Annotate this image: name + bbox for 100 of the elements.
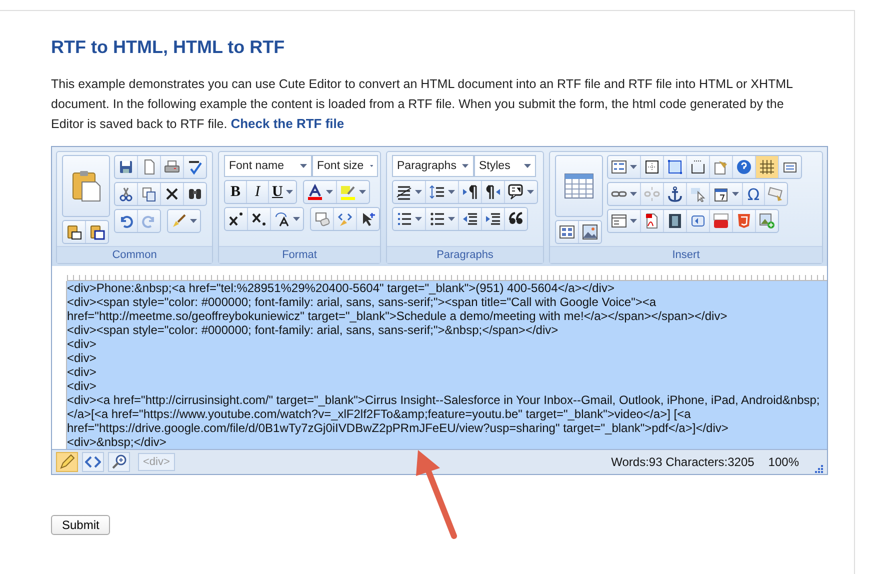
toolbar-button[interactable]: I <box>247 181 269 203</box>
toolbar-button[interactable]: B <box>225 181 247 203</box>
date-icon <box>713 186 729 202</box>
code-line: <div> <box>67 337 98 351</box>
code-line: href="http://meetme.so/geoffreybokuniewicz" target="_blank">Schedule a demo/meeting with me!</a></span></span></div> <box>67 309 728 323</box>
caret-icon <box>448 190 455 194</box>
pointer-icon <box>690 186 706 202</box>
toolbar-button[interactable]: U <box>269 181 296 203</box>
caret-icon <box>286 190 293 194</box>
caret-icon <box>462 164 469 168</box>
film-icon <box>667 213 683 229</box>
unlink-icon <box>644 186 660 202</box>
rtf-file-link[interactable]: Check the RTF file <box>230 116 344 131</box>
dropdown[interactable]: Paragraphs <box>392 155 474 177</box>
save-icon <box>118 159 134 175</box>
caret-icon <box>524 164 531 168</box>
frame-icon <box>667 159 683 175</box>
caret-icon <box>358 190 366 194</box>
code-line: </a>[<a href="https://www.youtube.com/watch?v=_xlF2lf2FTo&amp;feature=youtu.be" target="_blank">video</a>] [<a <box>67 407 692 421</box>
layout-icon <box>611 213 627 229</box>
delete-icon <box>164 186 180 202</box>
help-icon <box>736 159 752 175</box>
toolbar-button[interactable]: Ω <box>743 183 765 205</box>
caret-icon <box>415 190 422 194</box>
dropdown[interactable]: Font size <box>312 155 378 177</box>
code-area[interactable] <box>67 281 827 449</box>
caret-icon <box>630 192 637 196</box>
rtl-icon <box>485 184 501 200</box>
dropdown[interactable]: Styles <box>474 155 536 177</box>
submit-button[interactable]: Submit <box>51 515 110 535</box>
copy-icon <box>141 186 157 202</box>
change-case-icon <box>274 211 290 227</box>
template-icon <box>713 159 729 175</box>
caret-icon <box>300 164 307 168</box>
code-line: <div> <box>67 351 98 365</box>
paste-word-icon <box>89 224 105 240</box>
printer-icon <box>164 159 180 175</box>
caret-icon <box>293 217 300 221</box>
scissors-icon <box>118 186 134 202</box>
mode-tab[interactable] <box>56 452 78 472</box>
clean-code-icon <box>337 211 353 227</box>
form-icon <box>611 159 627 175</box>
grid-icon <box>759 159 775 175</box>
code-line: href="https://drive.google.com/file/d/0B1wTy7zGj0iIVDBwZ2pPRmJFeEU/view?usp=sharing" target="_blank">pdf</a>]</div> <box>67 421 730 435</box>
placeholder-box-icon <box>690 159 706 175</box>
mode-tab[interactable] <box>82 452 104 472</box>
code-line: <div><a href="http://cirrusinsight.com/" target="_blank">Cirrus Insight--Salesforce in Your Inbox--Gmail, Outlook, iPhone, iPad, Android&nbsp; <box>67 393 821 407</box>
caret-icon <box>630 165 637 169</box>
group-label: Format <box>219 246 380 263</box>
numbered-list-icon <box>396 211 412 227</box>
line-spacing-icon <box>429 184 445 200</box>
highlight-icon <box>340 184 356 200</box>
bullet-list-icon <box>429 211 445 227</box>
anchor-icon <box>667 186 683 202</box>
subscript-icon <box>251 211 267 227</box>
strikethrough-icon <box>396 184 412 200</box>
binoculars-icon <box>187 186 203 202</box>
code-line: <div>Phone:&nbsp;<a href="tel:%28951%29%20400-5604" target="_blank">(951) 400-5604</a></div> <box>67 281 616 295</box>
dropdown[interactable]: Font name <box>224 155 312 177</box>
flash-icon <box>690 213 706 229</box>
zoom-level: 100% <box>768 455 799 469</box>
code-line: <div>&nbsp;</div> <box>67 435 168 449</box>
paste-button[interactable] <box>62 155 110 217</box>
caret-icon <box>448 217 455 221</box>
code-line: <div><span style="color: #000000; font-family: arial, sans, sans-serif;"><span title="Call with Google Voice"><a <box>67 295 658 309</box>
magnifier-plus-icon <box>111 454 127 470</box>
brush-icon <box>171 213 187 229</box>
word-count: Words:93 Characters:3205 <box>611 455 754 469</box>
undo-icon <box>118 213 134 229</box>
clear-format-icon <box>314 211 330 227</box>
cell-icon <box>644 159 660 175</box>
font-color-icon <box>306 184 323 200</box>
code-line: <div> <box>67 365 98 379</box>
pdf-icon <box>644 213 660 229</box>
mode-tab[interactable] <box>108 452 130 472</box>
image-icon <box>582 224 598 240</box>
caret-icon <box>527 190 534 194</box>
caret-icon <box>415 217 422 221</box>
quote-icon <box>508 211 524 227</box>
intro-paragraph: This example demonstrates you can use Cute Editor to convert an HTML document into an RTF file and RTF file into HTML or XHTML document. In the following example the content is loaded from a RTF file. When you submit the form, the html code generated by the Editor is saved back to RTF file. Check the RTF file <box>51 76 794 133</box>
resize-grip-icon[interactable] <box>815 465 823 473</box>
insert-table-button[interactable] <box>555 155 603 217</box>
code-line: <div> <box>67 379 98 393</box>
superscript-icon <box>228 211 244 227</box>
group-label: Insert <box>550 246 822 263</box>
image-add-icon <box>759 213 775 229</box>
caret-icon <box>190 219 197 223</box>
caret-icon <box>630 219 637 223</box>
spellcheck-icon <box>187 159 203 175</box>
grid-layout-icon <box>559 224 575 240</box>
caret-icon <box>732 192 739 196</box>
page-title: RTF to HTML, HTML to RTF <box>51 37 286 58</box>
paste-text-icon <box>66 224 82 240</box>
caret-icon <box>326 190 333 194</box>
caret-icon <box>370 164 373 168</box>
indent-icon <box>485 211 501 227</box>
shield-icon <box>736 213 752 229</box>
redo-icon <box>141 213 157 229</box>
group-label: Common <box>57 246 212 263</box>
pencil-icon <box>59 454 75 470</box>
